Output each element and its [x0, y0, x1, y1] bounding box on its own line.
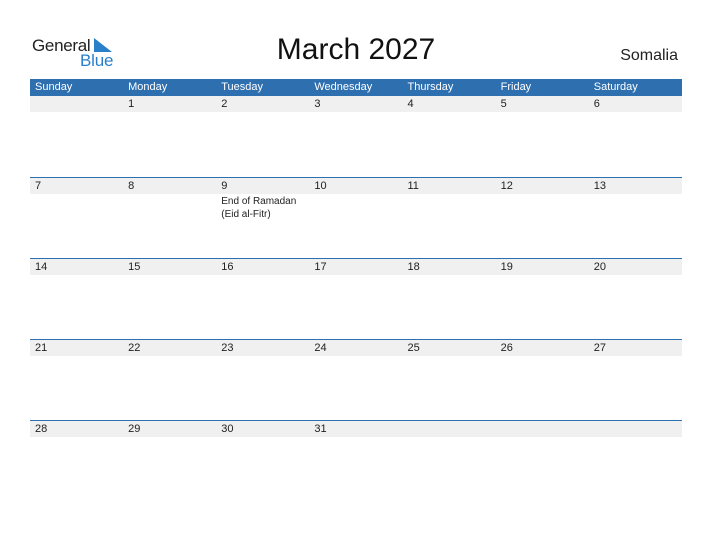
week-row: 1 2 3 4 5 6	[30, 96, 682, 177]
day-number: 4	[407, 98, 414, 110]
day-number	[403, 421, 496, 437]
week-row: 28 29 30 31	[30, 420, 682, 501]
day-number	[496, 421, 589, 437]
event-row	[30, 275, 682, 276]
day-event	[216, 437, 309, 438]
day-number: 6	[593, 98, 600, 110]
calendar-grid: Sunday Monday Tuesday Wednesday Thursday…	[30, 79, 682, 501]
day-event	[216, 356, 309, 357]
day-event	[589, 112, 682, 113]
day-number: 3	[314, 98, 321, 110]
day-number: 10	[314, 180, 327, 192]
day-number: 15	[128, 261, 141, 273]
weekday-friday: Friday	[500, 81, 532, 93]
country-label: Somalia	[620, 47, 678, 64]
day-number-row: 21 22 23 24 25 26 27	[30, 340, 682, 356]
day-event	[309, 275, 402, 276]
day-number: 5	[500, 98, 507, 110]
week-row: 21 22 23 24 25 26 27	[30, 339, 682, 420]
day-number-row: 7 8 9 10 11 12 13	[30, 178, 682, 194]
day-number: 28	[35, 423, 48, 435]
day-number: 1	[128, 98, 135, 110]
weekday-monday: Monday	[128, 81, 168, 93]
day-event	[30, 437, 123, 438]
day-event	[496, 194, 589, 221]
day-event	[403, 437, 496, 438]
day-event	[216, 275, 309, 276]
day-number: 30	[221, 423, 234, 435]
day-number: 29	[128, 423, 141, 435]
weekday-wednesday: Wednesday	[314, 81, 373, 93]
day-number: 17	[314, 261, 327, 273]
weekday-saturday: Saturday	[593, 81, 638, 93]
day-number-row: 28 29 30 31	[30, 421, 682, 437]
day-number-row: 14 15 16 17 18 19 20	[30, 259, 682, 275]
day-event	[403, 356, 496, 357]
day-event	[30, 194, 123, 221]
day-event	[403, 275, 496, 276]
day-number: 24	[314, 342, 327, 354]
day-number: 19	[500, 261, 513, 273]
day-event	[30, 275, 123, 276]
day-event	[496, 275, 589, 276]
day-number: 25	[407, 342, 420, 354]
day-event	[496, 112, 589, 113]
day-number: 31	[314, 423, 327, 435]
day-event	[403, 112, 496, 113]
day-number: 2	[221, 98, 228, 110]
day-event	[309, 356, 402, 357]
day-number: 8	[128, 180, 135, 192]
weekday-tuesday: Tuesday	[221, 81, 264, 93]
day-number: 13	[593, 180, 606, 192]
day-event	[123, 356, 216, 357]
day-number: 22	[128, 342, 141, 354]
day-event	[30, 356, 123, 357]
day-event	[30, 112, 123, 113]
day-number: 12	[500, 180, 513, 192]
day-number: 21	[35, 342, 48, 354]
calendar-title: March 2027	[276, 33, 436, 66]
day-event	[123, 437, 216, 438]
day-event	[496, 437, 589, 438]
day-number: 9	[221, 180, 228, 192]
event-row	[30, 437, 682, 438]
event-row	[30, 356, 682, 357]
weekday-sunday: Sunday	[35, 81, 73, 93]
day-number	[30, 96, 123, 112]
day-number	[589, 421, 682, 437]
day-number: 27	[593, 342, 606, 354]
day-number: 20	[593, 261, 606, 273]
day-number-row: 1 2 3 4 5 6	[30, 96, 682, 112]
day-event	[123, 275, 216, 276]
day-event	[216, 112, 309, 113]
week-row: 14 15 16 17 18 19 20	[30, 258, 682, 339]
day-number: 18	[407, 261, 420, 273]
event-row: End of Ramadan (Eid al-Fitr)	[30, 194, 682, 221]
weekday-thursday: Thursday	[407, 81, 454, 93]
week-row: 7 8 9 10 11 12 13 End of Ramadan (Eid al-Fitr)	[30, 177, 682, 258]
day-number: 7	[35, 180, 42, 192]
day-event	[123, 112, 216, 113]
day-event	[123, 194, 216, 221]
day-event	[496, 356, 589, 357]
day-event	[403, 194, 496, 221]
day-event	[309, 194, 402, 221]
day-event: End of Ramadan (Eid al-Fitr)	[221, 196, 297, 220]
day-event	[589, 437, 682, 438]
weekday-header-row: Sunday Monday Tuesday Wednesday Thursday…	[30, 79, 682, 96]
day-event	[589, 356, 682, 357]
day-event	[309, 437, 402, 438]
day-event	[309, 112, 402, 113]
day-number: 11	[407, 180, 419, 192]
day-number: 26	[500, 342, 513, 354]
day-event	[589, 194, 682, 221]
day-number: 16	[221, 261, 234, 273]
day-number: 14	[35, 261, 48, 273]
weeks-container: 1 2 3 4 5 6 7 8 9 10 11 12 13 End of Ramadan (Eid al-…	[30, 96, 682, 501]
event-row	[30, 112, 682, 113]
day-event	[589, 275, 682, 276]
day-number: 23	[221, 342, 234, 354]
